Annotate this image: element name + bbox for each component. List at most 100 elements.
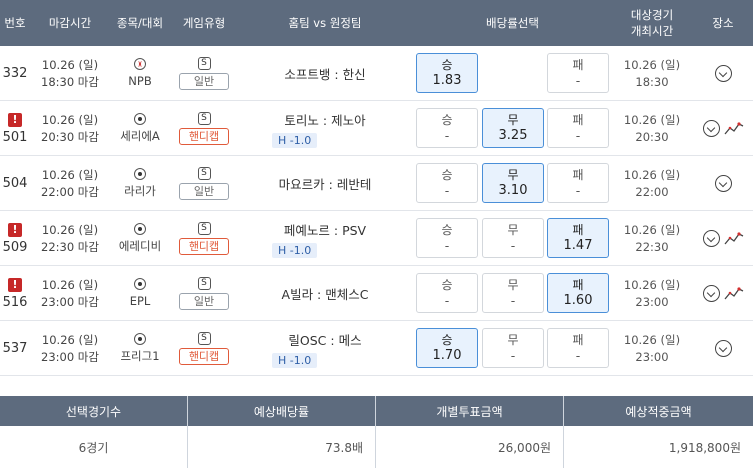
game-date: 10.26 (일) [623, 167, 681, 182]
odds-win-button[interactable]: 승 - [416, 218, 478, 258]
trend-chart-icon[interactable] [724, 285, 744, 302]
game-date: 10.26 (일) [623, 222, 681, 237]
odds-loss-button[interactable]: 패 - [547, 108, 609, 148]
league: 세리에A [112, 101, 168, 156]
table-row: ! 509 10.26 (일) 22:30 마감 에레디비 S 핸디캡 페예노르… [0, 211, 753, 266]
league-name: NPB [128, 74, 152, 88]
game-number-text: 537 [2, 341, 28, 356]
game-date: 10.26 (일) [623, 277, 681, 292]
odds-label: 승 [441, 113, 453, 127]
odds-loss-button[interactable]: 패 1.60 [547, 273, 609, 313]
league-name: 에레디비 [118, 239, 162, 253]
place [693, 46, 753, 101]
team-names: 소프트뱅 : 한신 [284, 67, 366, 82]
team-names: 토리노 : 제노아 [284, 112, 366, 128]
odds-draw-button[interactable]: 무 3.25 [482, 108, 544, 148]
odds-value: 3.25 [498, 128, 528, 143]
deadline-time: 23:00 마감 [41, 349, 99, 364]
trend-chart-icon[interactable] [724, 120, 744, 137]
odds-loss-button[interactable]: 패 - [547, 328, 609, 368]
odds-value: - [444, 128, 450, 143]
summary-payout: 1,918,800원 [668, 440, 741, 455]
summary-stake: 26,000원 [497, 440, 551, 455]
baseball-icon [134, 58, 146, 70]
place [693, 156, 753, 211]
odds-value: 1.83 [432, 73, 462, 88]
game-time: 10.26 (일) 23:00 [612, 321, 692, 376]
soccer-icon [134, 223, 146, 235]
s-icon: S [197, 112, 211, 125]
league: NPB [112, 46, 168, 101]
deadline-date: 10.26 (일) [41, 277, 99, 292]
game-time: 10.26 (일) 23:00 [612, 266, 692, 321]
location-pin-icon[interactable] [714, 340, 732, 357]
odds-label: 무 [507, 333, 519, 347]
soccer-icon [134, 168, 146, 180]
table-header: 번호 마감시간 종목/대회 게임유형 홈팀 vs 원정팀 배당률선택 대상경기 … [0, 0, 753, 46]
odds-label: 패 [572, 168, 584, 182]
team-names: A빌라 : 맨체스C [281, 287, 369, 302]
odds-value: - [444, 183, 450, 198]
game-number-text: 516 [2, 294, 28, 310]
location-pin-icon[interactable] [714, 65, 732, 82]
odds-win-button[interactable]: 승 - [416, 163, 478, 203]
odds-label: 무 [507, 168, 519, 182]
game-number: 332 [0, 46, 30, 101]
place [693, 321, 753, 376]
table-row: ! 516 10.26 (일) 23:00 마감 EPL S 일반 A빌라 : … [0, 266, 753, 321]
location-pin-icon[interactable] [702, 120, 720, 137]
header-game-type: 게임유형 [182, 16, 226, 30]
odds-draw-button[interactable]: 무 - [482, 328, 544, 368]
location-pin-icon[interactable] [702, 230, 720, 247]
location-pin-icon[interactable] [714, 175, 732, 192]
teams: 릴OSC : 메스 H -1.0 [240, 321, 410, 376]
table-row: 332 10.26 (일) 18:30 마감 NPB S 일반 소프트뱅 : 한… [0, 46, 753, 101]
league: 프리그1 [112, 321, 168, 376]
odds-win-button[interactable]: 승 - [416, 108, 478, 148]
odds-value: - [444, 238, 450, 253]
trend-chart-icon[interactable] [724, 230, 744, 247]
deadline: 10.26 (일) 23:00 마감 [30, 266, 110, 321]
odds-draw-button[interactable]: 무 - [482, 218, 544, 258]
soccer-icon [134, 333, 146, 345]
odds-value: 1.60 [563, 293, 593, 308]
location-pin-icon[interactable] [702, 285, 720, 302]
header-game-time: 대상경기 개최시간 [630, 8, 674, 38]
odds-win-button[interactable]: 승 1.70 [416, 328, 478, 368]
odds-label: 무 [507, 278, 519, 292]
odds-label: 패 [572, 58, 584, 72]
summary-header: 선택경기수 예상배당률 개별투표금액 예상적중금액 [0, 396, 753, 426]
game-date: 10.26 (일) [623, 57, 681, 72]
odds-loss-button[interactable]: 패 - [547, 53, 609, 93]
game-number: 504 [0, 156, 30, 211]
game-time: 10.26 (일) 22:00 [612, 156, 692, 211]
deadline: 10.26 (일) 22:30 마감 [30, 211, 110, 266]
summary-header-payout: 예상적중금액 [625, 404, 692, 419]
s-icon: S [197, 222, 211, 235]
odds-win-button[interactable]: 승 - [416, 273, 478, 313]
odds-label: 패 [572, 113, 584, 127]
game-clock: 23:00 [635, 294, 669, 309]
deadline-date: 10.26 (일) [41, 332, 99, 347]
soccer-icon [134, 278, 146, 290]
odds-label: 패 [572, 278, 584, 292]
deadline-time: 18:30 마감 [41, 74, 99, 89]
league-name: 라리가 [124, 184, 156, 198]
s-icon: S [197, 57, 211, 70]
odds-loss-button[interactable]: 패 1.47 [547, 218, 609, 258]
game-date: 10.26 (일) [623, 112, 681, 127]
odds-label: 패 [572, 333, 584, 347]
odds-label: 무 [507, 223, 519, 237]
deadline-time: 23:00 마감 [41, 294, 99, 309]
game-time: 10.26 (일) 20:30 [612, 101, 692, 156]
league: 에레디비 [112, 211, 168, 266]
odds-label: 패 [572, 223, 584, 237]
odds-draw-button[interactable]: 무 3.10 [482, 163, 544, 203]
game-number-text: 501 [2, 129, 28, 145]
odds-win-button[interactable]: 승 1.83 [416, 53, 478, 93]
odds-loss-button[interactable]: 패 - [547, 163, 609, 203]
odds-draw-button[interactable]: 무 - [482, 273, 544, 313]
soccer-icon [134, 113, 146, 125]
table-row: ! 501 10.26 (일) 20:30 마감 세리에A S 핸디캡 토리노 … [0, 101, 753, 156]
s-icon: S [197, 167, 211, 180]
